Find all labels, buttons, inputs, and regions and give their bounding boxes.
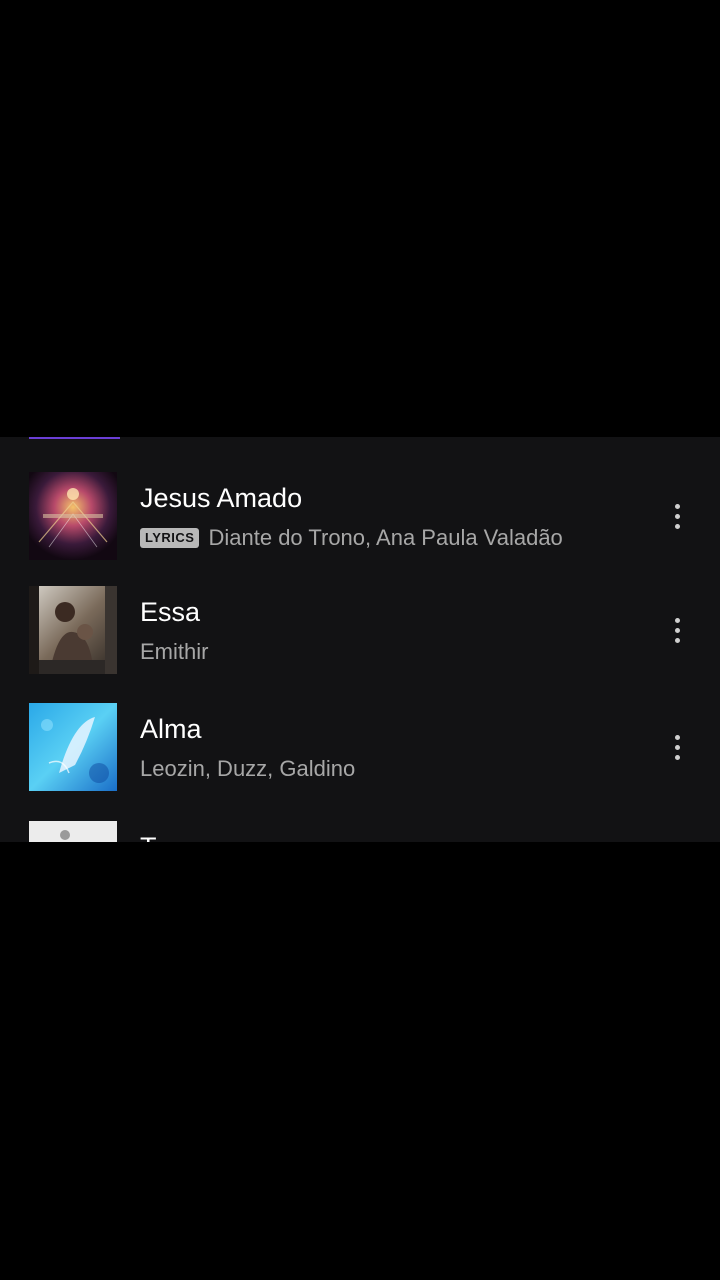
lyrics-badge: LYRICS: [140, 528, 200, 548]
album-art-image: [29, 586, 117, 674]
track-title: Jesus Amado: [140, 483, 303, 513]
track-meta: Leozin, Duzz, Galdino: [140, 755, 355, 783]
track-list-panel: Jesus Amado LYRICS Diante do Trono, Ana …: [0, 437, 720, 842]
track-artist: Diante do Trono, Ana Paula Valadão: [208, 525, 563, 550]
album-art-image: [29, 472, 117, 560]
album-art-image: [29, 703, 117, 791]
more-options-icon[interactable]: [662, 727, 692, 767]
album-cover-alma: [29, 703, 117, 791]
track-meta: Emithir: [140, 638, 208, 666]
album-art-image: [29, 821, 117, 842]
track-row-jesus-amado[interactable]: Jesus Amado LYRICS Diante do Trono, Ana …: [0, 472, 720, 572]
track-row-partial[interactable]: T: [0, 821, 720, 842]
accent-divider: [29, 437, 120, 439]
track-meta: LYRICS Diante do Trono, Ana Paula Valadã…: [140, 524, 563, 552]
album-cover-jesus-amado: [29, 472, 117, 560]
track-title: T: [140, 831, 157, 842]
more-options-icon[interactable]: [662, 496, 692, 536]
track-artist: Emithir: [140, 639, 209, 664]
track-title: Alma: [140, 714, 202, 744]
track-row-alma[interactable]: Alma Leozin, Duzz, Galdino: [0, 703, 720, 803]
track-title: Essa: [140, 597, 201, 627]
album-cover-essa: [29, 586, 117, 674]
track-artist: Leozin, Duzz, Galdino: [140, 756, 356, 781]
more-options-icon[interactable]: [662, 610, 692, 650]
album-cover-partial: [29, 821, 117, 842]
track-row-essa[interactable]: Essa Emithir: [0, 586, 720, 686]
